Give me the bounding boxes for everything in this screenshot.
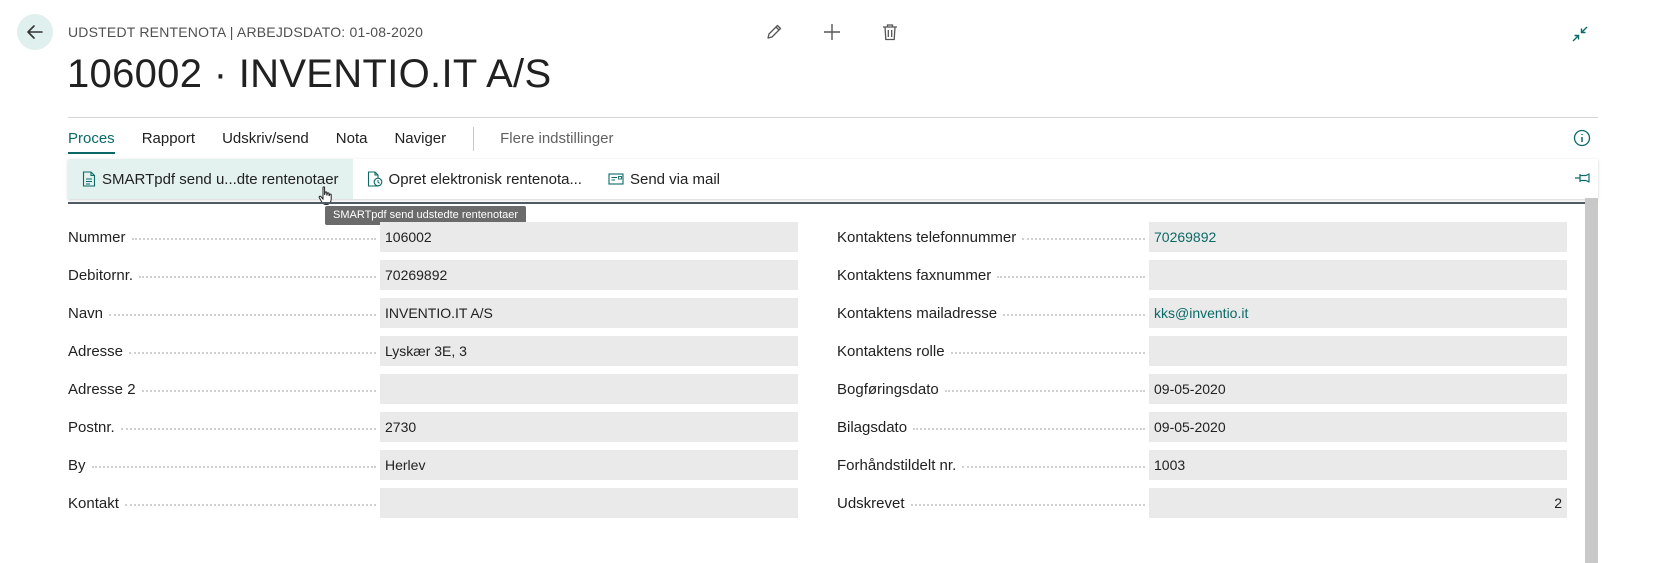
field-label: Adresse: [68, 342, 124, 360]
field-label: Adresse 2: [68, 380, 136, 398]
tab-naviger[interactable]: Naviger: [394, 130, 446, 149]
pdf-document-icon: [82, 171, 96, 187]
delete-button[interactable]: [878, 20, 902, 44]
field-adresse: Adresse Lyskær 3E, 3: [68, 336, 798, 366]
smartpdf-send-label: SMARTpdf send u...dte rentenotaer: [102, 170, 339, 188]
field-value[interactable]: 2: [1149, 488, 1567, 518]
field-value[interactable]: Herlev: [380, 450, 798, 480]
info-icon: [1573, 129, 1591, 147]
edit-button[interactable]: [762, 20, 786, 44]
tab-nota[interactable]: Nota: [336, 130, 368, 149]
create-electronic-note-label: Opret elektronisk rentenota...: [388, 170, 582, 188]
field-kontakt: Kontakt: [68, 488, 798, 518]
field-adresse-2: Adresse 2: [68, 374, 798, 404]
pin-icon: [1575, 173, 1590, 183]
collapse-button[interactable]: [1568, 22, 1592, 46]
field-value[interactable]: 70269892: [380, 260, 798, 290]
back-arrow-icon: [27, 25, 43, 39]
field-value[interactable]: 09-05-2020: [1149, 412, 1567, 442]
header-divider: [68, 117, 1598, 118]
field-kontaktens-faxnummer: Kontaktens faxnummer: [837, 260, 1567, 290]
field-label: Bogføringsdato: [837, 380, 939, 398]
header-actions: [762, 20, 902, 44]
delete-trash-icon: [883, 24, 897, 41]
field-value-link[interactable]: kks@inventio.it: [1149, 298, 1567, 328]
field-navn: Navn INVENTIO.IT A/S: [68, 298, 798, 328]
field-value[interactable]: [1149, 260, 1567, 290]
field-bogforingsdato: Bogføringsdato 09-05-2020: [837, 374, 1567, 404]
field-label: Kontaktens telefonnummer: [837, 228, 1017, 246]
action-menu-bar: Proces Rapport Udskriv/send Nota Naviger…: [68, 127, 641, 154]
field-label: Kontakt: [68, 494, 119, 512]
content-divider: [68, 202, 1598, 204]
send-via-mail-button[interactable]: Send via mail: [594, 159, 732, 199]
field-value[interactable]: 106002: [380, 222, 798, 252]
more-options-button[interactable]: Flere indstillinger: [500, 130, 613, 149]
field-label: Bilagsdato: [837, 418, 908, 436]
field-value-link[interactable]: 70269892: [1149, 222, 1567, 252]
mail-icon: [608, 173, 624, 185]
field-label: Forhåndstildelt nr.: [837, 456, 957, 474]
create-electronic-note-button[interactable]: Opret elektronisk rentenota...: [353, 159, 594, 199]
field-value[interactable]: [380, 488, 798, 518]
page-title: 106002 · INVENTIO.IT A/S: [67, 52, 552, 96]
field-kontaktens-telefonnummer: Kontaktens telefonnummer 70269892: [837, 222, 1567, 252]
field-label: Kontaktens mailadresse: [837, 304, 998, 322]
field-value[interactable]: INVENTIO.IT A/S: [380, 298, 798, 328]
page-caption: UDSTEDT RENTENOTA | ARBEJDSDATO: 01-08-2…: [68, 24, 424, 40]
field-label: Kontaktens rolle: [837, 342, 945, 360]
tab-udskriv-send[interactable]: Udskriv/send: [222, 130, 309, 149]
tab-rapport[interactable]: Rapport: [142, 130, 195, 149]
field-value[interactable]: 2730: [380, 412, 798, 442]
back-button[interactable]: [17, 14, 53, 50]
field-label: Udskrevet: [837, 494, 905, 512]
field-label: Kontaktens faxnummer: [837, 266, 992, 284]
smartpdf-send-button[interactable]: SMARTpdf send u...dte rentenotaer: [68, 159, 353, 199]
field-kontaktens-rolle: Kontaktens rolle: [837, 336, 1567, 366]
field-label: Debitornr.: [68, 266, 134, 284]
collapse-icon: [1572, 26, 1588, 42]
info-button[interactable]: [1573, 129, 1591, 152]
send-via-mail-label: Send via mail: [629, 170, 721, 188]
field-label: By: [68, 456, 86, 474]
edit-pencil-icon: [767, 24, 782, 39]
field-label: Nummer: [68, 228, 126, 246]
field-forhandstildelt-nr: Forhåndstildelt nr. 1003: [837, 450, 1567, 480]
pin-button[interactable]: [1574, 170, 1592, 191]
scrollbar[interactable]: [1585, 198, 1598, 563]
add-plus-icon: [824, 24, 840, 40]
field-bilagsdato: Bilagsdato 09-05-2020: [837, 412, 1567, 442]
field-nummer: Nummer 106002: [68, 222, 798, 252]
field-value[interactable]: [1149, 336, 1567, 366]
new-button[interactable]: [820, 20, 844, 44]
field-udskrevet: Udskrevet 2: [837, 488, 1567, 518]
field-label: Postnr.: [68, 418, 115, 436]
field-postnr: Postnr. 2730: [68, 412, 798, 442]
field-value[interactable]: [380, 374, 798, 404]
field-by: By Herlev: [68, 450, 798, 480]
tab-proces[interactable]: Proces: [68, 130, 115, 154]
field-label: Navn: [68, 304, 104, 322]
field-value[interactable]: Lyskær 3E, 3: [380, 336, 798, 366]
action-bar: SMARTpdf send u...dte rentenotaer Opret …: [68, 159, 1598, 199]
field-kontaktens-mailadresse: Kontaktens mailadresse kks@inventio.it: [837, 298, 1567, 328]
field-value[interactable]: 09-05-2020: [1149, 374, 1567, 404]
menu-separator: [473, 127, 475, 151]
field-debitornr: Debitornr. 70269892: [68, 260, 798, 290]
field-value[interactable]: 1003: [1149, 450, 1567, 480]
electronic-document-icon: [367, 171, 382, 187]
